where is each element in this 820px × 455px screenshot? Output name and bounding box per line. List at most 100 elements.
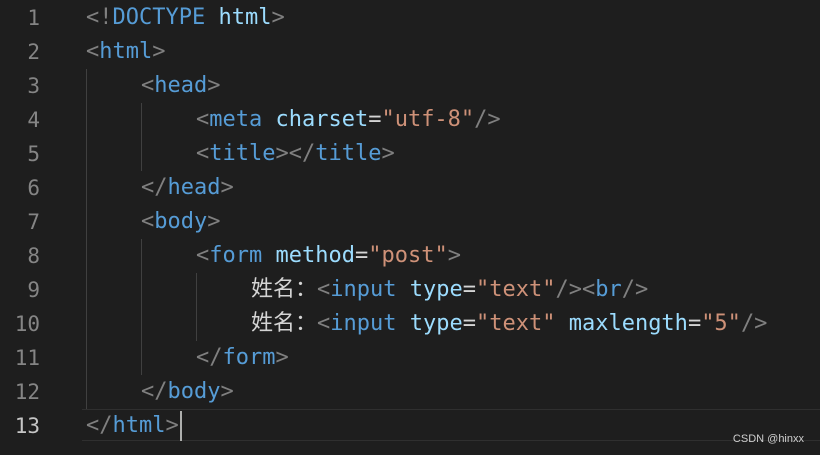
token-punctuation: > (207, 209, 221, 234)
token-plain-text: = (354, 243, 369, 268)
code-content[interactable]: 姓名：<input type="text" maxlength="5"/> (251, 307, 767, 341)
token-tag-name: br (595, 277, 622, 302)
token-plain-text: = (687, 311, 702, 336)
code-content[interactable]: 姓名：<input type="text"/><br/> (251, 273, 648, 307)
token-string-value: "text" (475, 277, 556, 302)
token-punctuation: < (141, 73, 155, 98)
code-content[interactable]: <!DOCTYPE html> (86, 1, 285, 35)
line-number: 10 (14, 312, 40, 336)
token-punctuation: > (381, 141, 395, 166)
line-number: 3 (27, 74, 40, 98)
code-line-11[interactable]: 11 </form> (0, 341, 820, 375)
line-number: 12 (14, 380, 40, 404)
token-punctuation: < (86, 39, 100, 64)
token-punctuation: > (271, 5, 285, 30)
code-line-13[interactable]: 13 </html> (0, 409, 820, 443)
code-content[interactable]: <body> (141, 205, 220, 239)
token-punctuation: > (220, 379, 234, 404)
token-tag-name: form (222, 345, 276, 370)
line-number: 6 (27, 176, 40, 200)
token-attribute-name: maxlength (568, 311, 688, 336)
token-attribute-name: type (409, 311, 463, 336)
token-plain-text (262, 107, 275, 132)
token-plain-text: = (462, 277, 476, 302)
token-tag-name: html (99, 39, 153, 64)
token-attribute-name: type (409, 277, 463, 302)
token-punctuation: < (196, 243, 210, 268)
code-content[interactable]: </html> (86, 409, 179, 443)
token-string-value: "utf-8" (381, 107, 475, 132)
token-attribute-name: method (275, 243, 355, 268)
code-line-6[interactable]: 6 </head> (0, 171, 820, 205)
token-punctuation: > (275, 345, 289, 370)
code-content[interactable]: </body> (141, 375, 234, 409)
token-punctuation: > (447, 243, 461, 268)
token-tag-name: head (167, 175, 221, 200)
token-tag-name: head (154, 73, 208, 98)
token-plain-text (205, 5, 218, 30)
code-line-9[interactable]: 9 姓名：<input type="text"/><br/> (0, 273, 820, 307)
token-plain-text: = (462, 311, 476, 336)
token-punctuation: < (317, 277, 331, 302)
token-string-value: "post" (368, 243, 448, 268)
line-number: 1 (27, 6, 40, 30)
token-punctuation: > (207, 73, 221, 98)
code-line-12[interactable]: 12 </body> (0, 375, 820, 409)
line-number: 2 (27, 40, 40, 64)
token-tag-name: body (154, 209, 208, 234)
code-content[interactable]: <head> (141, 69, 220, 103)
token-tag-name: html (112, 413, 166, 438)
line-number: 13 (14, 414, 40, 438)
code-content[interactable]: <meta charset="utf-8"/> (196, 103, 501, 137)
code-line-1[interactable]: 1 <!DOCTYPE html> (0, 1, 820, 35)
line-number: 5 (27, 142, 40, 166)
token-plain-text: 姓名： (251, 311, 318, 336)
token-punctuation: </ (86, 413, 113, 438)
token-string-value: "5" (701, 311, 741, 336)
token-punctuation: />< (555, 277, 596, 302)
code-content[interactable]: <form method="post"> (196, 239, 461, 273)
token-punctuation: < (141, 209, 155, 234)
code-line-3[interactable]: 3 <head> (0, 69, 820, 103)
code-line-10[interactable]: 10 姓名：<input type="text" maxlength="5"/> (0, 307, 820, 341)
token-plain-text: 姓名： (251, 277, 318, 302)
token-punctuation: < (196, 107, 210, 132)
code-line-4[interactable]: 4 <meta charset="utf-8"/> (0, 103, 820, 137)
line-number: 8 (27, 244, 40, 268)
token-punctuation: <! (86, 5, 113, 30)
token-punctuation: > (220, 175, 234, 200)
current-line-highlight (82, 409, 820, 441)
token-punctuation: </ (141, 175, 168, 200)
line-number: 4 (27, 108, 40, 132)
token-plain-text (397, 311, 410, 336)
token-punctuation: </ (196, 345, 223, 370)
token-string-value: "text" (475, 311, 556, 336)
code-editor[interactable]: 1 <!DOCTYPE html> 2 <html> 3 <head> 4 <meta cha… (0, 0, 820, 455)
token-punctuation: > (152, 39, 166, 64)
code-content[interactable]: <html> (86, 35, 165, 69)
token-plain-text (555, 311, 568, 336)
token-plain-text: = (368, 107, 382, 132)
token-tag-name: title (209, 141, 276, 166)
code-line-2[interactable]: 2 <html> (0, 35, 820, 69)
token-plain-text (397, 277, 410, 302)
token-punctuation: < (317, 311, 331, 336)
token-punctuation: /> (621, 277, 649, 302)
token-punctuation: > (165, 413, 179, 438)
code-line-8[interactable]: 8 <form method="post"> (0, 239, 820, 273)
text-cursor (179, 411, 182, 441)
code-line-7[interactable]: 7 <body> (0, 205, 820, 239)
token-tag-name: input (330, 277, 397, 302)
code-line-5[interactable]: 5 <title></title> (0, 137, 820, 171)
code-content[interactable]: </head> (141, 171, 234, 205)
line-number: 7 (27, 210, 40, 234)
token-tag-name: body (167, 379, 221, 404)
code-content[interactable]: <title></title> (196, 137, 395, 171)
token-plain-text (262, 243, 275, 268)
watermark: CSDN @hinxx (732, 433, 804, 445)
token-tag-name: title (315, 141, 382, 166)
code-content[interactable]: </form> (196, 341, 289, 375)
token-tag-name: form (209, 243, 263, 268)
token-punctuation: ></ (275, 141, 316, 166)
token-punctuation: /> (474, 107, 501, 132)
